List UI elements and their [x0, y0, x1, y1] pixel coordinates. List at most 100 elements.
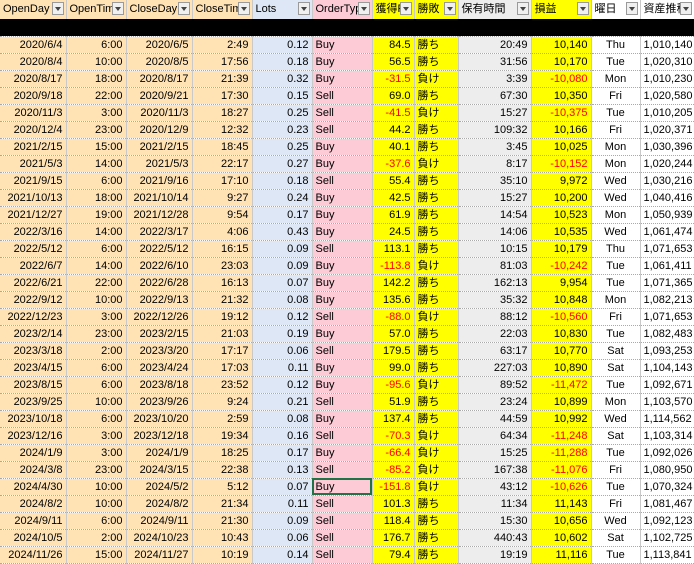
profit-cell[interactable]: 11,116: [531, 546, 592, 564]
weekday-cell[interactable]: Thu: [591, 36, 641, 54]
hold-time-cell[interactable]: 19:19: [458, 546, 532, 564]
hold-time-cell[interactable]: 20:49: [458, 36, 532, 54]
balance-cell[interactable]: 1,061,474: [640, 223, 694, 241]
close-day-cell[interactable]: 2024/5/2: [126, 478, 193, 496]
close-time-cell[interactable]: 18:27: [192, 104, 253, 122]
order-type-cell[interactable]: Sell: [312, 342, 373, 360]
lots-cell[interactable]: 0.18: [252, 53, 313, 71]
open-day-cell[interactable]: 2020/12/4: [0, 121, 67, 139]
open-time-cell[interactable]: 10:00: [66, 393, 127, 411]
points-cell[interactable]: 84.5: [372, 36, 415, 54]
open-time-cell[interactable]: 2:00: [66, 342, 127, 360]
close-day-cell[interactable]: 2024/8/2: [126, 495, 193, 513]
open-time-cell[interactable]: 6:00: [66, 410, 127, 428]
weekday-cell[interactable]: Sat: [591, 359, 641, 377]
points-cell[interactable]: 142.2: [372, 274, 415, 292]
result-cell[interactable]: 勝ち: [414, 393, 459, 411]
open-day-cell[interactable]: 2022/12/23: [0, 308, 67, 326]
open-day-cell[interactable]: 2021/2/15: [0, 138, 67, 156]
order-type-cell[interactable]: Buy: [312, 257, 373, 275]
profit-cell[interactable]: 10,140: [531, 36, 592, 54]
result-cell[interactable]: 勝ち: [414, 121, 459, 139]
profit-cell[interactable]: -10,242: [531, 257, 592, 275]
lots-cell[interactable]: 0.11: [252, 495, 313, 513]
weekday-cell[interactable]: Tue: [591, 104, 641, 122]
points-cell[interactable]: -41.5: [372, 104, 415, 122]
balance-cell[interactable]: 1,080,950: [640, 461, 694, 479]
open-time-cell[interactable]: 6:00: [66, 359, 127, 377]
balance-cell[interactable]: 1,010,140: [640, 36, 694, 54]
result-cell[interactable]: 勝ち: [414, 291, 459, 309]
close-time-cell[interactable]: 10:19: [192, 546, 253, 564]
points-cell[interactable]: -113.8: [372, 257, 415, 275]
open-time-cell[interactable]: 23:00: [66, 325, 127, 343]
close-time-cell[interactable]: 22:17: [192, 155, 253, 173]
hold-time-cell[interactable]: 8:17: [458, 155, 532, 173]
open-day-cell[interactable]: 2021/10/13: [0, 189, 67, 207]
result-cell[interactable]: 負け: [414, 444, 459, 462]
result-cell[interactable]: 勝ち: [414, 223, 459, 241]
close-time-cell[interactable]: 16:13: [192, 274, 253, 292]
lots-cell[interactable]: 0.08: [252, 291, 313, 309]
filter-dropdown-icon[interactable]: [177, 2, 190, 15]
lots-cell[interactable]: 0.19: [252, 325, 313, 343]
hold-time-cell[interactable]: 14:54: [458, 206, 532, 224]
profit-cell[interactable]: 9,954: [531, 274, 592, 292]
open-time-cell[interactable]: 10:00: [66, 291, 127, 309]
close-time-cell[interactable]: 17:30: [192, 87, 253, 105]
hold-time-cell[interactable]: 109:32: [458, 121, 532, 139]
profit-cell[interactable]: 10,523: [531, 206, 592, 224]
close-day-cell[interactable]: 2022/12/26: [126, 308, 193, 326]
close-time-cell[interactable]: 5:12: [192, 478, 253, 496]
balance-cell[interactable]: 1,070,324: [640, 478, 694, 496]
lots-cell[interactable]: 0.13: [252, 461, 313, 479]
lots-cell[interactable]: 0.09: [252, 512, 313, 530]
profit-cell[interactable]: -10,560: [531, 308, 592, 326]
order-type-cell[interactable]: Buy: [312, 70, 373, 88]
close-day-cell[interactable]: 2021/9/16: [126, 172, 193, 190]
order-type-cell[interactable]: Buy: [312, 325, 373, 343]
open-day-cell[interactable]: 2022/3/16: [0, 223, 67, 241]
order-type-cell[interactable]: Buy: [312, 444, 373, 462]
weekday-cell[interactable]: Fri: [591, 495, 641, 513]
result-cell[interactable]: 勝ち: [414, 512, 459, 530]
close-day-cell[interactable]: 2022/6/28: [126, 274, 193, 292]
lots-cell[interactable]: 0.23: [252, 121, 313, 139]
balance-cell[interactable]: 1,082,213: [640, 291, 694, 309]
close-day-cell[interactable]: 2024/3/15: [126, 461, 193, 479]
close-day-cell[interactable]: 2024/9/11: [126, 512, 193, 530]
open-day-cell[interactable]: 2022/6/21: [0, 274, 67, 292]
result-cell[interactable]: 勝ち: [414, 240, 459, 258]
balance-cell[interactable]: 1,020,580: [640, 87, 694, 105]
points-cell[interactable]: 137.4: [372, 410, 415, 428]
lots-cell[interactable]: 0.21: [252, 393, 313, 411]
order-type-cell[interactable]: Sell: [312, 461, 373, 479]
open-time-cell[interactable]: 6:00: [66, 36, 127, 54]
profit-cell[interactable]: 10,848: [531, 291, 592, 309]
filter-dropdown-icon[interactable]: [399, 2, 412, 15]
balance-cell[interactable]: 1,071,653: [640, 240, 694, 258]
close-time-cell[interactable]: 17:17: [192, 342, 253, 360]
weekday-cell[interactable]: Tue: [591, 257, 641, 275]
open-day-cell[interactable]: 2023/10/18: [0, 410, 67, 428]
weekday-cell[interactable]: Mon: [591, 206, 641, 224]
result-cell[interactable]: 負け: [414, 376, 459, 394]
result-cell[interactable]: 負け: [414, 461, 459, 479]
balance-cell[interactable]: 1,010,230: [640, 70, 694, 88]
open-time-cell[interactable]: 19:00: [66, 206, 127, 224]
result-cell[interactable]: 負け: [414, 478, 459, 496]
order-type-cell[interactable]: Sell: [312, 104, 373, 122]
balance-cell[interactable]: 1,114,562: [640, 410, 694, 428]
close-day-cell[interactable]: 2023/9/26: [126, 393, 193, 411]
points-cell[interactable]: 42.5: [372, 189, 415, 207]
weekday-cell[interactable]: Tue: [591, 53, 641, 71]
open-day-cell[interactable]: 2024/1/9: [0, 444, 67, 462]
weekday-cell[interactable]: Sat: [591, 529, 641, 547]
profit-cell[interactable]: 10,535: [531, 223, 592, 241]
close-time-cell[interactable]: 9:24: [192, 393, 253, 411]
hold-time-cell[interactable]: 22:03: [458, 325, 532, 343]
filter-dropdown-icon[interactable]: [516, 2, 529, 15]
close-day-cell[interactable]: 2024/10/23: [126, 529, 193, 547]
open-day-cell[interactable]: 2022/6/7: [0, 257, 67, 275]
order-type-cell[interactable]: Buy: [312, 410, 373, 428]
